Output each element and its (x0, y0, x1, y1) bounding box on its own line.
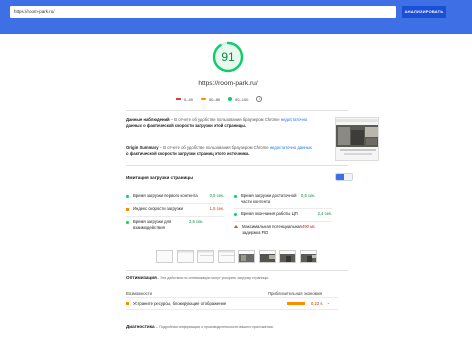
metric-value: 2,4 сек. (317, 211, 332, 216)
metric-name: Время окончания работы ЦП (241, 211, 298, 216)
metric-name: Время загрузки для взаимодействия (133, 219, 172, 230)
field-data-text-2: данных о фактической скорости загрузки э… (126, 123, 247, 128)
analyze-button[interactable]: АНАЛИЗИРОВАТЬ (402, 6, 446, 18)
field-data-text: – В отчете об удобстве пользования брауз… (169, 117, 281, 122)
opportunity-label: Устраните ресурсы, блокирующие отображен… (133, 300, 227, 306)
metric-value: 0,5 сек. (209, 193, 224, 198)
metric-name: Индекс скорости загрузки (133, 206, 183, 211)
page-screenshot (335, 117, 379, 161)
opportunity-row[interactable]: Устраните ресурсы, блокирующие отображен… (126, 299, 338, 307)
performance-score: 91 (221, 50, 235, 64)
lab-data-title: Имитация загрузки страницы (126, 175, 194, 180)
filmstrip-frame (176, 250, 194, 263)
filmstrip-frame (258, 250, 276, 263)
diagnostics-title: Диагностика (126, 324, 155, 329)
filmstrip-frame (238, 250, 255, 263)
metric-fmp: Время загрузки достаточной части контент… (234, 193, 332, 205)
metric-max-fid: Максимальная потенциальная задержка FID … (234, 224, 332, 236)
triangle-icon (176, 98, 181, 100)
circle-icon (228, 97, 233, 101)
divider (126, 309, 338, 310)
metric-value: 1,5 сек. (209, 206, 224, 211)
score-legend: 0–49 50–89 90–100 i (176, 94, 280, 104)
opportunity-saving: 0,22 s (311, 300, 323, 306)
metric-cpu-idle: Время окончания работы ЦП 2,4 сек. (234, 211, 332, 217)
divider (234, 221, 332, 222)
metric-value: 490 мс (302, 224, 316, 229)
legend-pass: 90–100 (228, 97, 248, 102)
filmstrip-frame (156, 250, 173, 263)
metric-value: 0,5 сек. (301, 193, 316, 198)
origin-summary-title: Origin Summary (126, 145, 159, 150)
opportunities-title: Оптимизация (126, 275, 157, 280)
divider (126, 203, 224, 204)
opportunities-column-left: Возможности (126, 291, 152, 296)
field-data-title: Данные наблюдений (126, 117, 170, 122)
savings-bar (287, 301, 305, 305)
origin-summary-text: – В отчете об удобстве пользования брауз… (158, 145, 270, 150)
metrics-view-toggle[interactable] (335, 173, 353, 181)
top-bar: АНАЛИЗИРОВАТЬ (0, 0, 472, 34)
origin-summary-section: Origin Summary – В отчете об удобстве по… (126, 145, 322, 157)
field-data-link[interactable]: недостаточно (281, 117, 307, 122)
opportunities-description: – Эти действия по оптимизации могут уско… (157, 276, 270, 280)
origin-summary-text-2: о фактической скорости загрузки страниц … (126, 151, 250, 156)
divider (126, 270, 348, 271)
metric-name: Время загрузки достаточной части контент… (241, 193, 297, 204)
toggle-off-segment[interactable] (344, 174, 352, 180)
legend-label: 90–100 (235, 96, 249, 102)
divider (126, 165, 348, 166)
opportunities-column-right: Приблизительная экономия (268, 291, 323, 296)
metric-name: Максимальная потенциальная задержка FID (242, 224, 302, 235)
legend-fail: 0–49 (176, 97, 193, 102)
origin-summary-link[interactable]: недостаточно данных (270, 145, 312, 150)
divider (126, 216, 224, 217)
legend-label: 50–89 (208, 96, 221, 102)
toggle-on-segment[interactable] (336, 174, 344, 180)
divider (234, 208, 332, 209)
square-icon (200, 98, 206, 100)
metric-tti: Время загрузки для взаимодействия 2,5 се… (126, 219, 224, 231)
info-icon[interactable]: i (256, 96, 263, 102)
filmstrip-frame (299, 250, 317, 263)
tested-url: https://room-park.ru/ (198, 80, 258, 87)
metric-fcp: Время загрузки первого контента 0,5 сек. (126, 193, 224, 199)
chevron-down-icon[interactable]: ⌄ (326, 300, 330, 306)
divider (126, 297, 338, 298)
filmstrip-frame (197, 250, 214, 263)
filmstrip (156, 250, 317, 266)
filmstrip-frame (217, 250, 235, 263)
diagnostics-description: – Подробная информация о производительно… (156, 325, 274, 329)
filmstrip-frame (279, 250, 296, 263)
average-square-icon (126, 301, 129, 305)
field-data-section: Данные наблюдений – В отчете об удобстве… (126, 117, 322, 129)
url-input[interactable] (10, 6, 396, 18)
legend-label: 0–49 (184, 96, 193, 102)
legend-average: 50–89 (200, 96, 221, 102)
metric-value: 2,5 сек. (189, 219, 204, 224)
metric-speed-index: Индекс скорости загрузки 1,5 сек. (126, 206, 224, 212)
metric-name: Время загрузки первого контента (133, 193, 198, 198)
divider (126, 110, 348, 111)
